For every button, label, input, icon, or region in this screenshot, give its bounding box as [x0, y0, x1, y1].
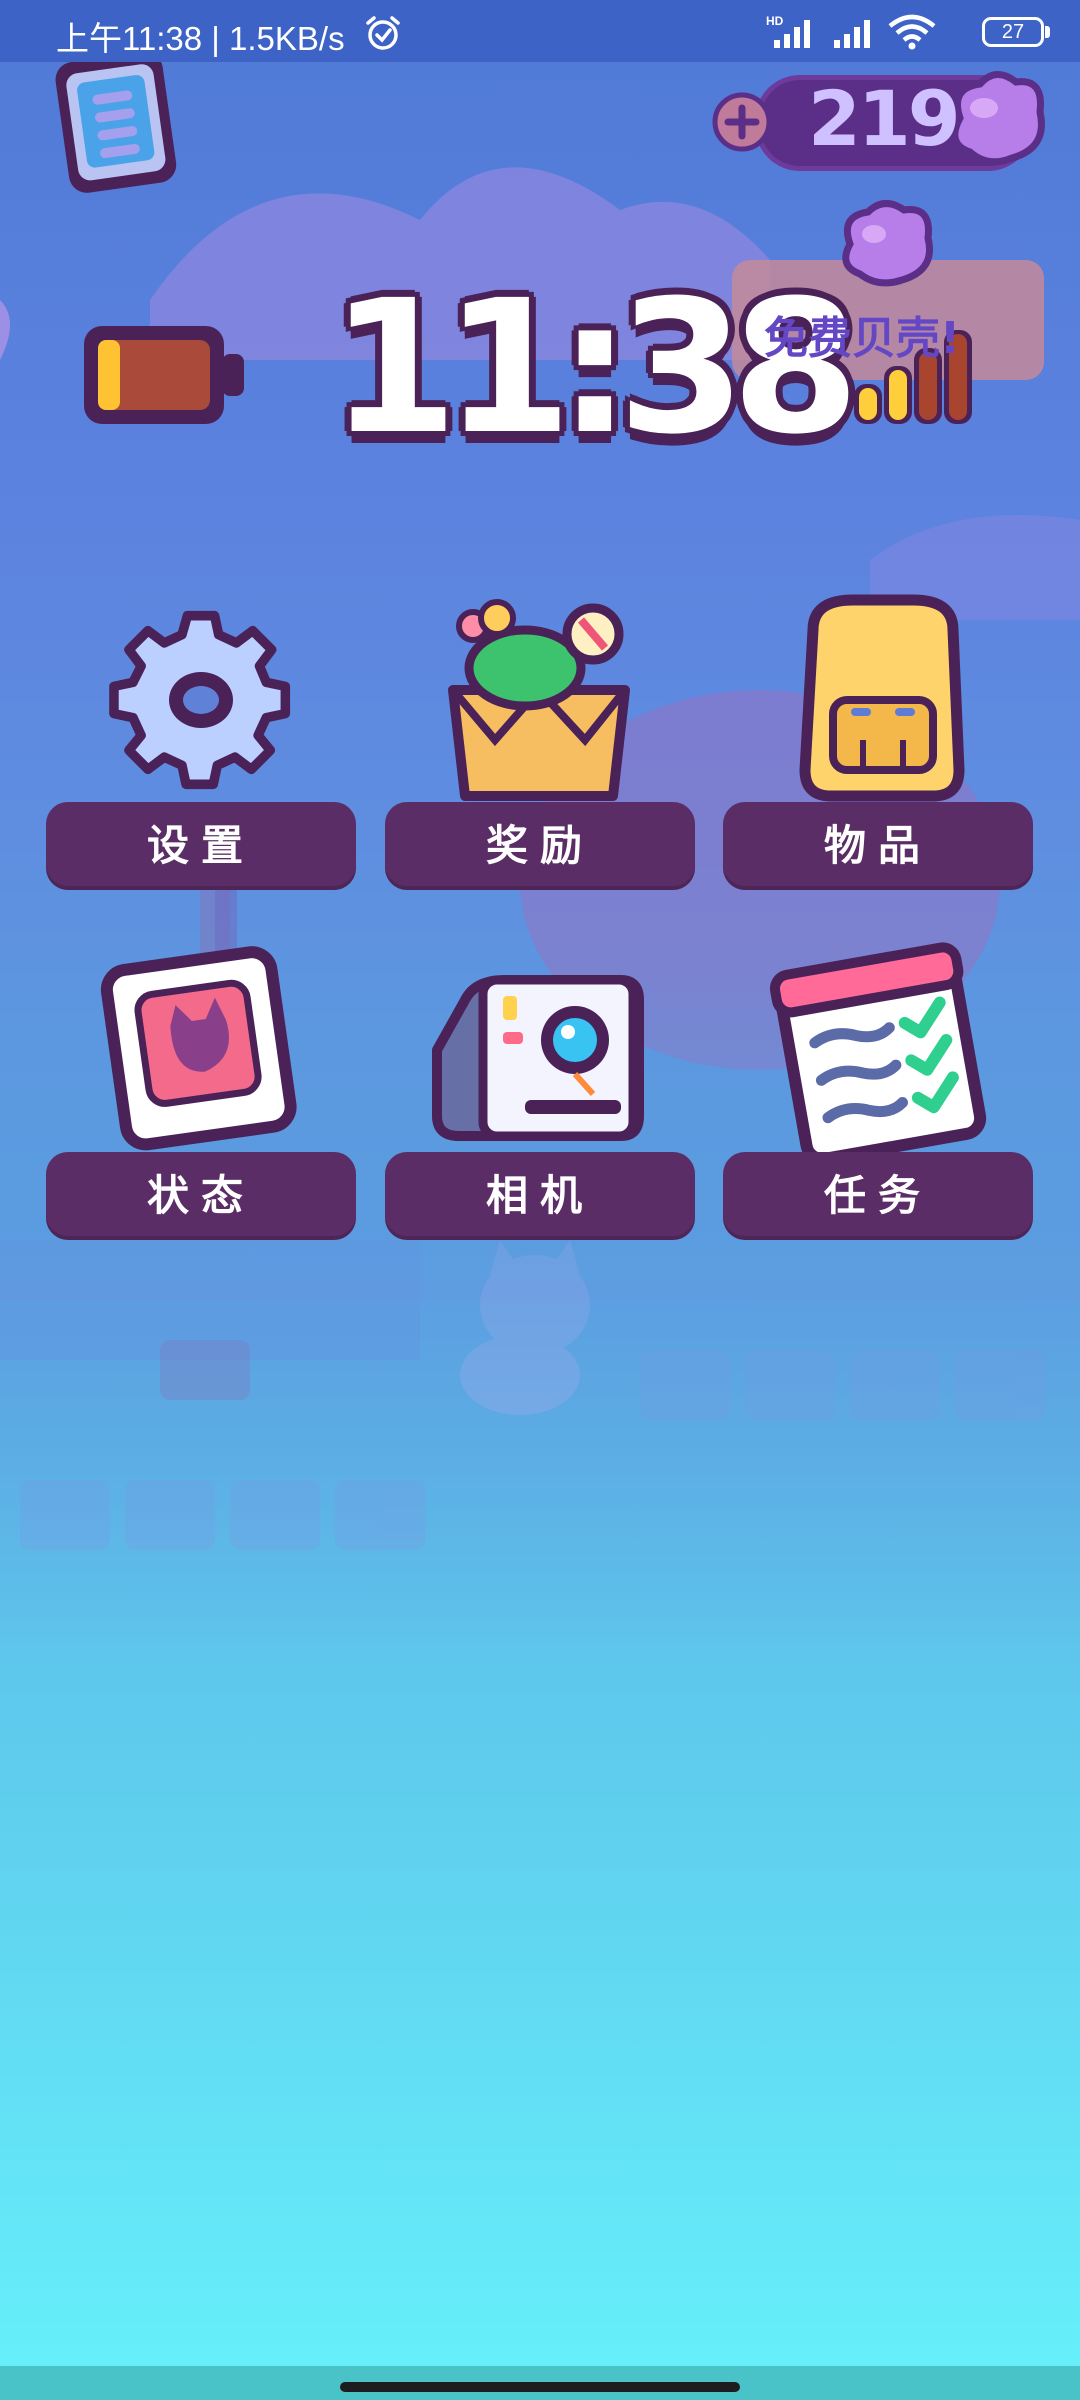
menu-tasks-label: 任务	[723, 1152, 1033, 1240]
add-currency-icon[interactable]	[712, 92, 772, 152]
free-shells-label[interactable]: 免费贝壳!	[764, 302, 960, 366]
menu-camera-label: 相机	[385, 1152, 695, 1240]
currency-count: 219	[808, 74, 961, 163]
reward-box-icon	[448, 599, 630, 801]
menu-camera[interactable]: 相机	[385, 940, 695, 1240]
wifi-icon	[888, 14, 936, 50]
home-gesture-handle[interactable]	[340, 2382, 740, 2392]
menu-tasks[interactable]: 任务	[723, 940, 1033, 1240]
task-list-icon	[769, 942, 987, 1160]
menu-items[interactable]: 物品	[723, 590, 1033, 890]
status-card-icon	[100, 946, 297, 1151]
free-shell-gem-icon	[842, 200, 933, 287]
battery-nub	[1045, 26, 1050, 38]
svg-text:HD: HD	[766, 14, 784, 28]
status-bar: 上午11:38 | 1.5KB/s HD 27	[0, 0, 1080, 62]
game-clock: 11:38	[330, 261, 860, 475]
signal-icon	[834, 20, 870, 48]
gear-icon	[109, 610, 291, 790]
game-battery-icon	[84, 326, 244, 424]
backpack-icon	[799, 594, 965, 802]
hd-signal-icon: HD	[766, 14, 810, 48]
battery-icon: 27	[982, 17, 1044, 47]
menu-status-label: 状态	[46, 1152, 356, 1240]
status-time-speed: 上午11:38 | 1.5KB/s	[56, 20, 345, 57]
menu-rewards[interactable]: 奖励	[385, 590, 695, 890]
menu-items-label: 物品	[723, 802, 1033, 890]
menu-status[interactable]: 状态	[46, 940, 356, 1240]
menu-settings[interactable]: 设置	[46, 590, 356, 890]
menu-rewards-label: 奖励	[385, 802, 695, 890]
alarm-icon	[366, 16, 400, 50]
menu-settings-label: 设置	[46, 802, 356, 890]
camera-icon	[432, 975, 644, 1141]
phone-menu-icon[interactable]	[48, 48, 188, 198]
